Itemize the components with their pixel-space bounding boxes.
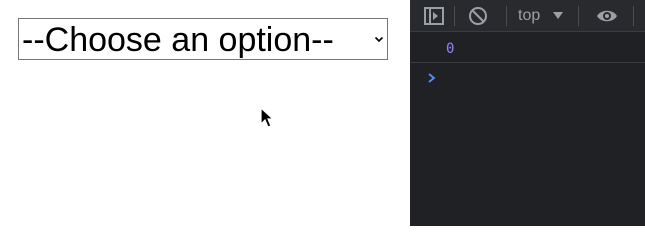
mouse-cursor-icon	[260, 107, 275, 128]
prompt-chevron-icon[interactable]	[426, 72, 438, 84]
context-selector[interactable]: top	[518, 0, 540, 31]
console-output-value: 0	[446, 41, 455, 57]
eye-icon[interactable]	[596, 5, 618, 27]
toolbar-divider	[454, 6, 455, 26]
page-content: --Choose an option--	[0, 0, 410, 226]
toolbar-divider	[506, 6, 507, 26]
select-value: --Choose an option--	[22, 21, 334, 59]
sidebar-toggle-icon[interactable]	[423, 5, 445, 27]
toolbar-divider	[633, 6, 634, 26]
toolbar-divider	[578, 6, 579, 26]
console-output-row: 0	[410, 32, 645, 63]
devtools-console-panel: top 0	[410, 0, 645, 226]
chevron-down-icon	[374, 36, 384, 43]
console-toolbar: top	[410, 0, 645, 32]
choose-option-select[interactable]: --Choose an option--	[18, 18, 388, 60]
clear-console-icon[interactable]	[467, 5, 489, 27]
dropdown-arrow-icon[interactable]	[552, 9, 564, 21]
